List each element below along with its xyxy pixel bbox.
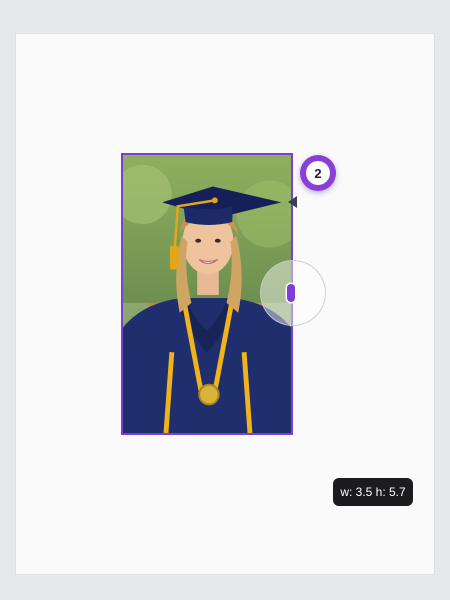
resize-handle-right[interactable] [287,284,295,302]
collaborator-count: 2 [306,161,330,185]
dimension-tooltip: w: 3.5 h: 5.7 [333,478,413,506]
collaborator-pointer-icon [288,196,297,208]
collaborator-count-badge[interactable]: 2 [300,155,336,191]
